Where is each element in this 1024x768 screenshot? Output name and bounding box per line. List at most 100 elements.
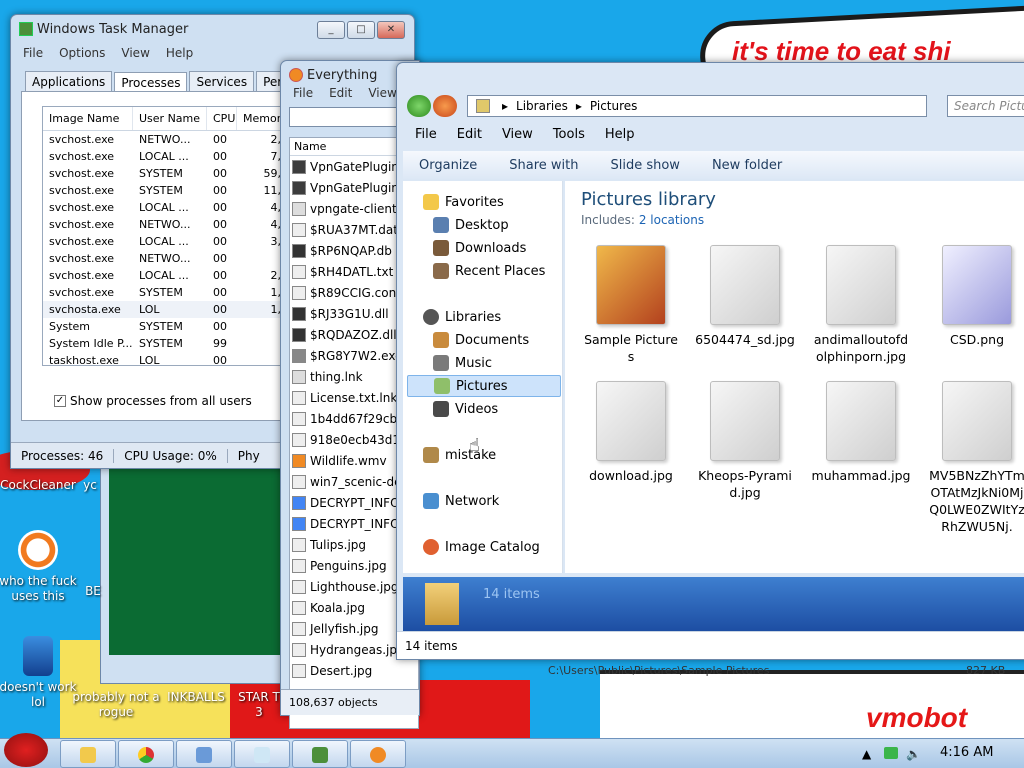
taskbar-everything[interactable] [350,740,406,768]
picture-item[interactable]: muhammad.jpg [811,381,911,484]
organize-button[interactable]: Organize [403,158,493,173]
nav-image-catalog[interactable]: Image Catalog [423,536,540,558]
nav-label: Documents [455,332,530,348]
details-item-count: 14 items [483,587,540,602]
picture-item[interactable]: andimalloutofdolphinporn.jpg [811,245,911,365]
picture-item[interactable]: MV5BNzZhYTmOTAtMzJkNi0MjQ0LWE0ZWItYzRhZW… [927,381,1024,535]
menu-edit[interactable]: Edit [447,127,492,142]
content-pane[interactable]: Pictures library Includes: 2 locations S… [565,181,1024,573]
cell-cpu: 00 [213,167,227,180]
menu-tools[interactable]: Tools [543,127,595,142]
picture-item[interactable]: 6504474_sd.jpg [695,245,795,348]
videos-icon [433,401,449,417]
nav-favorites[interactable]: Favorites [423,191,504,213]
breadcrumb-libraries[interactable]: Libraries [516,99,568,113]
maximize-button[interactable]: □ [347,21,375,39]
nav-recent-places[interactable]: Recent Places [433,260,545,282]
taskbar-notepad[interactable] [234,740,290,768]
image-thumbnail-icon [942,381,1012,461]
tab-services[interactable]: Services [189,71,255,92]
breadcrumb-pictures[interactable]: Pictures [590,99,638,113]
desktop-icon-yc[interactable]: yc [70,478,110,493]
column-cpu[interactable]: CPU [207,107,237,130]
nav-network[interactable]: Network [423,490,499,512]
desktop-icon-inkballs[interactable]: INKBALLS [150,690,242,705]
tab-processes[interactable]: Processes [114,72,188,93]
explorer-window[interactable]: ▸ Libraries ▸ Pictures Search Pictu File… [396,62,1024,660]
file-icon [292,285,306,300]
taskmgr-icon [312,747,328,763]
game-window[interactable] [100,462,290,684]
nav-mistake[interactable]: mistake [423,444,496,466]
physical-memory: Phy [237,448,260,463]
network-tray-icon[interactable] [884,747,898,759]
menu-help[interactable]: Help [158,46,201,60]
taskbar: ▲ 🔈 4:16 AM [0,733,1024,768]
column-image-name[interactable]: Image Name [43,107,133,130]
picture-item[interactable]: download.jpg [581,381,681,484]
explorer-statusbar: 14 items [397,631,1024,659]
picture-item[interactable]: Sample Pictures [581,245,681,365]
cell-name: svchost.exe [49,167,115,180]
start-button[interactable] [4,733,48,767]
menu-view[interactable]: View [113,46,157,60]
nav-libraries[interactable]: Libraries [423,306,501,328]
desktop-icon-who-uses-this[interactable]: who the fuck uses this [0,530,84,604]
desktop-icon-be[interactable]: BE [78,584,108,599]
show-all-processes-checkbox[interactable]: ✓ Show processes from all users [54,394,252,408]
menu-options[interactable]: Options [51,46,113,60]
volume-icon[interactable]: 🔈 [906,747,921,761]
slide-show-button[interactable]: Slide show [594,158,695,173]
nav-label: Network [445,493,500,509]
menu-file[interactable]: File [15,46,51,60]
game-board[interactable] [109,467,285,655]
show-hidden-icons[interactable]: ▲ [862,747,876,761]
nav-documents[interactable]: Documents [433,329,529,351]
nav-desktop[interactable]: Desktop [433,214,509,236]
new-folder-button[interactable]: New folder [696,158,798,173]
file-icon [292,558,306,573]
taskbar-control-panel[interactable] [176,740,232,768]
search-input[interactable] [289,107,411,127]
taskmgr-icon [19,22,33,36]
forward-button[interactable] [433,95,457,117]
file-name: win7_scenic-de [310,474,402,489]
cell-name: svchost.exe [49,218,115,231]
minimize-button[interactable]: _ [317,21,345,39]
file-name: $RH4DATL.txt [310,264,394,279]
desktop-icon-start[interactable]: STAR T 3 [234,690,284,720]
menu-help[interactable]: Help [595,127,645,142]
list-item[interactable]: Desert.jpg [290,660,418,681]
file-name: VpnGatePlugin [310,159,399,174]
nav-music[interactable]: Music [433,352,492,374]
desktop-icon-label: probably not a rogue [72,690,160,719]
locations-link[interactable]: 2 locations [639,213,704,227]
menu-edit[interactable]: Edit [321,86,360,100]
column-user-name[interactable]: User Name [133,107,207,130]
taskbar-taskmgr[interactable] [292,740,348,768]
picture-item[interactable]: Kheops-Pyramid.jpg [695,381,795,501]
share-with-button[interactable]: Share with [493,158,594,173]
nav-videos[interactable]: Videos [433,398,498,420]
taskbar-explorer[interactable] [60,740,116,768]
file-icon [292,516,306,531]
picture-item[interactable]: CSD.png [927,245,1024,348]
search-input[interactable]: Search Pictu [947,95,1024,117]
cell-cpu: 00 [213,252,227,265]
back-button[interactable] [407,95,431,117]
checkbox-checked-icon[interactable]: ✓ [54,395,66,407]
menu-view[interactable]: View [492,127,543,142]
close-button[interactable]: ✕ [377,21,405,39]
file-name: Jellyfish.jpg [310,621,379,636]
taskbar-chrome[interactable] [118,740,174,768]
address-bar[interactable]: ▸ Libraries ▸ Pictures [467,95,927,117]
file-icon [292,327,306,342]
menu-file[interactable]: File [405,127,447,142]
menu-file[interactable]: File [285,86,321,100]
clock[interactable]: 4:16 AM [940,745,993,760]
desktop-icon-not-a-rogue[interactable]: probably not a rogue [70,690,162,720]
file-icon [292,663,306,678]
nav-downloads[interactable]: Downloads [433,237,526,259]
tab-applications[interactable]: Applications [25,71,113,92]
nav-pictures[interactable]: Pictures [407,375,561,397]
